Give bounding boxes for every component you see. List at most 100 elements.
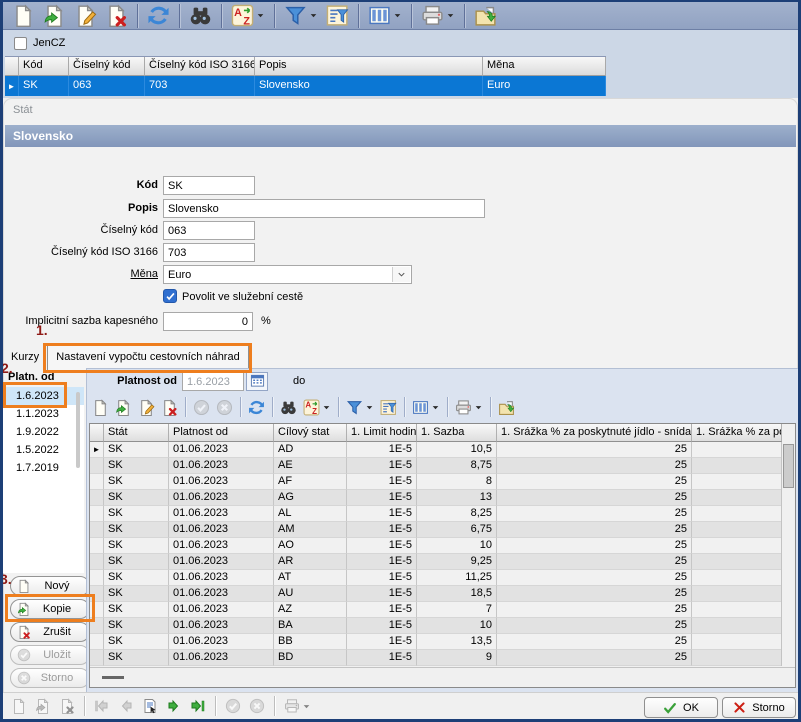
dropdown-arrow-icon[interactable] — [309, 11, 318, 20]
rates-cell[interactable]: 01.06.2023 — [169, 458, 274, 474]
accept-circle-button[interactable] — [221, 695, 245, 717]
rates-cell[interactable] — [692, 618, 782, 634]
rates-cell[interactable]: 01.06.2023 — [169, 554, 274, 570]
nov-button[interactable]: Nový — [10, 576, 90, 596]
accept-circle-button[interactable] — [190, 395, 213, 419]
rates-cell[interactable]: 18,5 — [417, 586, 497, 602]
copy-document-button[interactable] — [39, 3, 70, 29]
rates-cell[interactable]: 13 — [417, 490, 497, 506]
rates-cell[interactable]: 25 — [497, 554, 692, 570]
rates-cell[interactable]: SK — [104, 586, 169, 602]
countries-cell[interactable]: 063 — [69, 76, 145, 96]
combo-dropdown-button[interactable] — [392, 267, 410, 282]
rates-cell[interactable] — [692, 506, 782, 522]
validity-date-item[interactable]: 1.5.2022 — [3, 441, 84, 459]
uloit-button[interactable]: Uložit — [10, 645, 90, 665]
rates-row[interactable]: SK01.06.2023AG1E-51325 — [90, 490, 795, 506]
countries-column-header[interactable]: Popis — [255, 57, 483, 76]
rates-row[interactable]: ►SK01.06.2023AD1E-510,525 — [90, 442, 795, 458]
rates-cell[interactable]: SK — [104, 490, 169, 506]
rates-cell[interactable]: 01.06.2023 — [169, 442, 274, 458]
field-input-4[interactable]: 703 — [163, 243, 255, 262]
rates-cell[interactable]: 01.06.2023 — [169, 474, 274, 490]
rates-cell[interactable]: 25 — [497, 602, 692, 618]
rates-cell[interactable]: 8,25 — [417, 506, 497, 522]
calendar-button[interactable] — [246, 372, 268, 391]
dropdown-arrow-icon[interactable] — [474, 403, 483, 412]
rates-cell[interactable]: AM — [274, 522, 347, 538]
copy-document-button[interactable] — [31, 695, 55, 717]
ok-button[interactable]: OK — [644, 697, 718, 718]
rates-column-header[interactable]: 1. Sazba — [417, 424, 497, 442]
rates-row[interactable]: SK01.06.2023AR1E-59,2525 — [90, 554, 795, 570]
edit-document-button[interactable] — [70, 3, 101, 29]
field-input-1[interactable]: SK — [163, 176, 255, 195]
validity-date-item[interactable]: 1.9.2022 — [3, 423, 84, 441]
countries-column-header[interactable]: Číselný kód — [69, 57, 145, 76]
delete-document-button[interactable] — [101, 3, 132, 29]
rates-cell[interactable]: SK — [104, 506, 169, 522]
rates-cell[interactable]: 13,5 — [417, 634, 497, 650]
rates-cell[interactable]: SK — [104, 522, 169, 538]
rates-cell[interactable]: BA — [274, 618, 347, 634]
tab-kurzy[interactable]: Kurzy — [11, 351, 39, 363]
rates-cell[interactable] — [692, 650, 782, 666]
storno-button[interactable]: Storno — [722, 697, 796, 718]
rates-cell[interactable]: 9 — [417, 650, 497, 666]
rates-cell[interactable]: 01.06.2023 — [169, 522, 274, 538]
rates-cell[interactable]: SK — [104, 570, 169, 586]
rates-cell[interactable]: 11,25 — [417, 570, 497, 586]
rates-cell[interactable]: AU — [274, 586, 347, 602]
rates-cell[interactable]: 25 — [497, 442, 692, 458]
rates-cell[interactable]: 01.06.2023 — [169, 538, 274, 554]
rates-column-header[interactable]: Platnost od — [169, 424, 274, 442]
rates-horizontal-scrollbar[interactable] — [90, 667, 795, 687]
field-input-3[interactable]: 063 — [163, 221, 255, 240]
rates-cell[interactable]: 1E-5 — [347, 602, 417, 618]
dropdown-arrow-icon[interactable] — [256, 11, 265, 20]
rates-cell[interactable]: 1E-5 — [347, 442, 417, 458]
refresh-button[interactable] — [245, 395, 268, 419]
rates-row[interactable]: SK01.06.2023AT1E-511,2525 — [90, 570, 795, 586]
rates-cell[interactable]: AF — [274, 474, 347, 490]
rates-cell[interactable]: 01.06.2023 — [169, 506, 274, 522]
export-button[interactable] — [495, 395, 518, 419]
delete-document-button[interactable] — [55, 695, 79, 717]
delete-document-button[interactable] — [158, 395, 181, 419]
rates-cell[interactable]: 25 — [497, 474, 692, 490]
print-button[interactable] — [417, 3, 459, 29]
nav-prev-button[interactable] — [114, 695, 138, 717]
date-list-scrollbar[interactable] — [76, 392, 80, 468]
rates-cell[interactable] — [692, 442, 782, 458]
rates-row[interactable]: SK01.06.2023BA1E-51025 — [90, 618, 795, 634]
rates-cell[interactable]: 1E-5 — [347, 474, 417, 490]
rates-column-header[interactable]: 1. Limit hodin — [347, 424, 417, 442]
rates-cell[interactable]: 25 — [497, 618, 692, 634]
export-button[interactable] — [470, 3, 501, 29]
countries-cell[interactable]: Euro — [483, 76, 606, 96]
allow-business-trip-checkbox[interactable] — [163, 289, 177, 303]
dropdown-arrow-icon[interactable] — [431, 403, 440, 412]
countries-column-header[interactable]: Kód — [19, 57, 69, 76]
columns-button[interactable] — [409, 395, 443, 419]
rates-cell[interactable]: AO — [274, 538, 347, 554]
rates-column-header[interactable]: 1. Srážka % za pos — [692, 424, 782, 442]
rates-row[interactable]: SK01.06.2023AL1E-58,2525 — [90, 506, 795, 522]
rates-cell[interactable] — [692, 458, 782, 474]
rates-cell[interactable] — [692, 570, 782, 586]
rates-cell[interactable]: SK — [104, 458, 169, 474]
rates-cell[interactable]: 25 — [497, 570, 692, 586]
rates-cell[interactable]: BB — [274, 634, 347, 650]
countries-column-header[interactable]: Měna — [483, 57, 606, 76]
rates-cell[interactable]: 25 — [497, 522, 692, 538]
rates-cell[interactable]: SK — [104, 650, 169, 666]
rates-cell[interactable] — [692, 538, 782, 554]
rates-cell[interactable]: 10 — [417, 538, 497, 554]
pocket-rate-input[interactable]: 0 — [163, 312, 253, 331]
rates-cell[interactable] — [692, 522, 782, 538]
rates-cell[interactable]: AG — [274, 490, 347, 506]
rates-cell[interactable] — [692, 634, 782, 650]
rates-cell[interactable]: 01.06.2023 — [169, 618, 274, 634]
rates-cell[interactable]: 01.06.2023 — [169, 586, 274, 602]
rates-cell[interactable] — [692, 474, 782, 490]
